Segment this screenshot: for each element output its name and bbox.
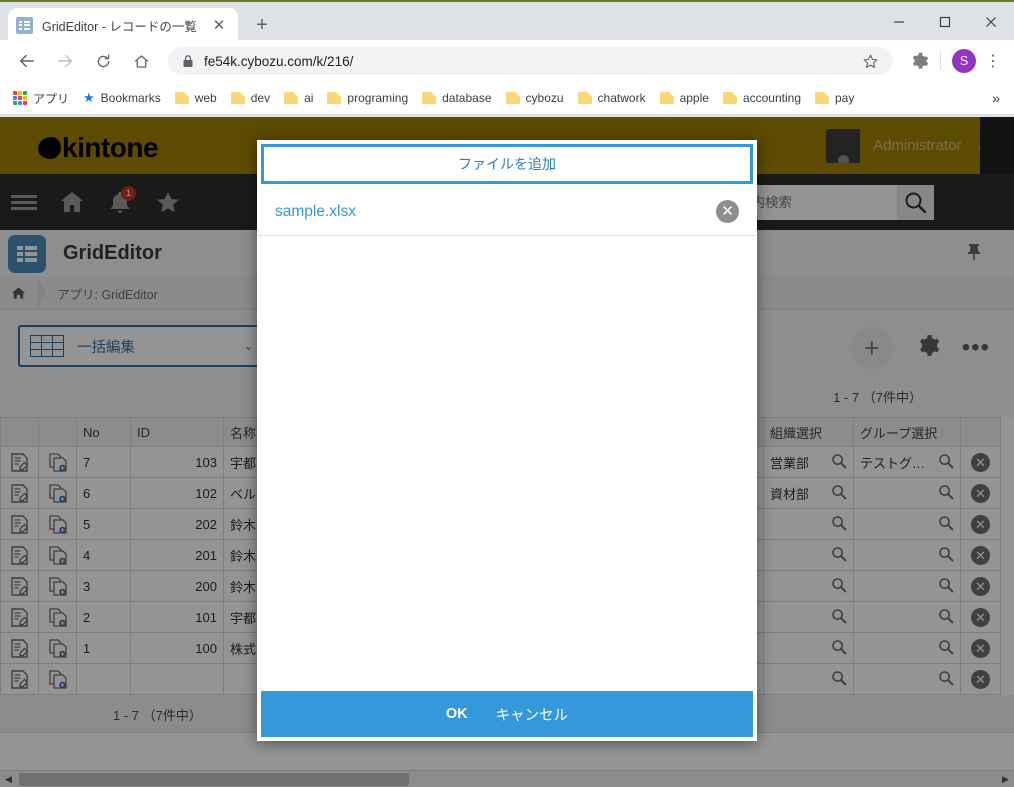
list-item[interactable]: sample.xlsx ✕ xyxy=(259,188,755,236)
new-tab-button[interactable]: + xyxy=(248,11,276,39)
bookmark-label: ai xyxy=(304,91,314,105)
folder-icon xyxy=(659,92,674,104)
close-icon[interactable]: ✕ xyxy=(208,14,230,36)
folder-icon xyxy=(327,92,342,104)
bookmarks-overflow-icon[interactable]: » xyxy=(984,90,1008,106)
toolbar-divider xyxy=(940,52,941,70)
folder-icon xyxy=(230,92,245,104)
star-icon[interactable] xyxy=(856,53,885,70)
chrome-menu-icon[interactable]: ⋮ xyxy=(980,47,1006,75)
back-arrow-icon[interactable] xyxy=(12,46,42,76)
bookmarks-bar: アプリ ★ Bookmarks web dev ai programing da… xyxy=(0,82,1014,115)
bookmark-label: apple xyxy=(679,91,709,105)
browser-tab[interactable]: GridEditor - レコードの一覧 ✕ xyxy=(8,8,238,42)
bookmark-label: dev xyxy=(250,91,271,105)
profile-avatar[interactable]: S xyxy=(952,49,976,73)
bookmark-dev[interactable]: dev xyxy=(224,86,277,110)
folder-icon xyxy=(505,92,520,104)
address-bar[interactable]: fe54k.cybozu.com/k/216/ xyxy=(168,47,893,75)
cancel-button[interactable]: キャンセル xyxy=(482,704,583,725)
chrome-browser-window: GridEditor - レコードの一覧 ✕ + fe54k.cybozu.co… xyxy=(0,0,1014,787)
star-icon: ★ xyxy=(83,90,95,105)
browser-toolbar: fe54k.cybozu.com/k/216/ S ⋮ xyxy=(0,40,1014,82)
bookmark-label: pay xyxy=(835,91,855,105)
bookmark-label: アプリ xyxy=(33,91,70,106)
bookmark-bookmarks[interactable]: ★ Bookmarks xyxy=(76,86,168,110)
close-icon[interactable] xyxy=(968,2,1014,42)
bookmark-cybozu[interactable]: cybozu xyxy=(499,86,571,110)
folder-icon xyxy=(422,92,437,104)
folder-icon xyxy=(174,92,189,104)
ok-button[interactable]: OK xyxy=(432,706,482,722)
reload-icon[interactable] xyxy=(88,46,118,76)
extension-gear-icon[interactable] xyxy=(905,47,933,75)
file-list: sample.xlsx ✕ xyxy=(257,188,757,691)
bookmark-ai[interactable]: ai xyxy=(277,86,320,110)
folder-icon xyxy=(722,92,737,104)
home-icon[interactable] xyxy=(126,46,156,76)
folder-icon xyxy=(815,92,829,104)
folder-icon xyxy=(284,92,299,104)
apps-grid-icon xyxy=(13,91,27,105)
close-icon[interactable]: ✕ xyxy=(716,200,739,223)
bookmark-accounting[interactable]: accounting xyxy=(716,86,808,110)
bookmark-label: chatwork xyxy=(597,91,646,105)
bookmark-pay[interactable]: pay xyxy=(808,86,861,110)
add-file-button[interactable]: ファイルを追加 xyxy=(261,144,753,184)
window-controls xyxy=(876,2,1014,42)
bookmark-database[interactable]: database xyxy=(415,86,498,110)
lock-icon xyxy=(182,54,194,68)
bookmark-apps[interactable]: アプリ xyxy=(6,86,76,110)
maximize-icon[interactable] xyxy=(922,2,968,42)
minimize-icon[interactable] xyxy=(876,2,922,42)
file-attachment-dialog: ファイルを追加 sample.xlsx ✕ OK キャンセル xyxy=(257,140,757,741)
dialog-footer: OK キャンセル xyxy=(261,691,753,737)
file-name-link[interactable]: sample.xlsx xyxy=(275,203,716,221)
bookmark-apple[interactable]: apple xyxy=(653,86,716,110)
bookmark-label: web xyxy=(194,91,217,105)
url-text: fe54k.cybozu.com/k/216/ xyxy=(204,53,354,69)
bookmark-chatwork[interactable]: chatwork xyxy=(571,86,653,110)
bookmark-label: accounting xyxy=(742,91,801,105)
tab-strip: GridEditor - レコードの一覧 ✕ + xyxy=(0,2,276,42)
bookmark-programing[interactable]: programing xyxy=(320,86,415,110)
grid-icon xyxy=(16,16,33,34)
forward-arrow-icon[interactable] xyxy=(50,46,80,76)
bookmark-label: programing xyxy=(347,91,409,105)
bookmark-web[interactable]: web xyxy=(168,86,224,110)
bookmark-label: cybozu xyxy=(525,91,564,105)
bookmark-label: Bookmarks xyxy=(100,91,161,105)
folder-icon xyxy=(577,92,592,104)
tab-title: GridEditor - レコードの一覧 xyxy=(42,19,197,34)
bookmark-label: database xyxy=(442,91,492,105)
browser-titlebar: GridEditor - レコードの一覧 ✕ + xyxy=(0,0,1014,42)
